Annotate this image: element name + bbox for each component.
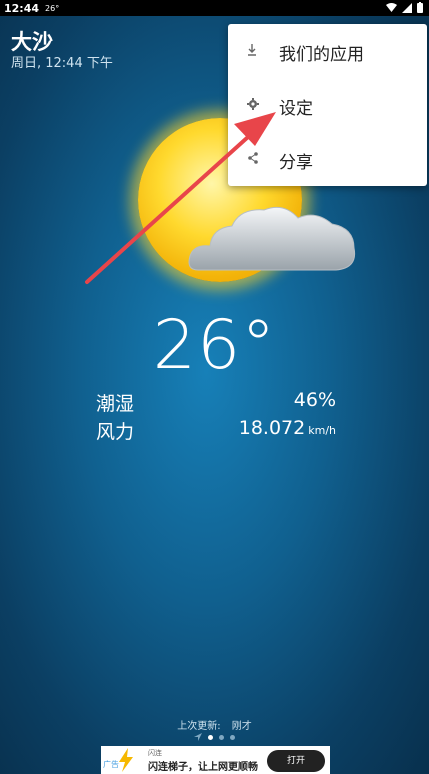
wind-value: 18.072 <box>238 417 306 439</box>
menu-item-label: 我们的应用 <box>279 45 364 65</box>
status-icons <box>386 2 423 13</box>
wind-label: 风力 <box>96 421 135 443</box>
wind-value-group: 18.072 km/h <box>239 417 336 439</box>
last-update-value: 刚才 <box>231 721 252 732</box>
page-dot[interactable] <box>208 734 213 740</box>
signal-icon <box>402 2 412 13</box>
lightning-icon <box>119 748 133 772</box>
menu-item-share[interactable]: 分享 <box>228 132 427 186</box>
ad-open-button[interactable]: 打开 <box>267 750 325 772</box>
humidity-row: 潮湿 46% <box>96 389 336 415</box>
status-time: 12:44 <box>4 1 40 15</box>
overflow-menu: 我们的应用 设定 分享 <box>228 24 427 186</box>
date-time: 周日, 12:44 下午 <box>11 56 113 71</box>
share-icon <box>248 152 258 164</box>
cloud-icon <box>188 206 356 271</box>
battery-icon <box>417 2 423 13</box>
page-dot[interactable] <box>230 734 235 740</box>
menu-item-label: 设定 <box>279 99 313 119</box>
download-icon <box>248 44 256 56</box>
ad-text: 闪连梯子，让上网更顺畅 <box>148 762 258 773</box>
page-indicator[interactable] <box>194 733 235 741</box>
gear-icon <box>247 98 259 110</box>
status-bar: 12:44 26° <box>0 0 429 16</box>
page-dot[interactable] <box>219 734 224 740</box>
humidity-label: 潮湿 <box>96 393 135 415</box>
menu-item-label: 分享 <box>279 153 313 173</box>
last-update: 上次更新: 刚才 <box>0 717 429 732</box>
location-arrow-icon <box>194 733 202 741</box>
menu-item-settings[interactable]: 设定 <box>228 78 427 132</box>
ad-app-name: 闪连 <box>148 749 162 757</box>
wifi-icon <box>386 3 397 12</box>
status-temp: 26° <box>45 3 60 13</box>
temperature: 26° <box>152 306 277 385</box>
last-update-label: 上次更新: <box>177 721 221 732</box>
wind-row: 风力 18.072 km/h <box>96 417 336 443</box>
ad-banner[interactable]: 广告 闪连 闪连梯子，让上网更顺畅 打开 <box>101 746 330 774</box>
menu-item-our-apps[interactable]: 我们的应用 <box>228 24 427 78</box>
humidity-value: 46% <box>293 389 336 411</box>
wind-unit: km/h <box>308 424 336 437</box>
